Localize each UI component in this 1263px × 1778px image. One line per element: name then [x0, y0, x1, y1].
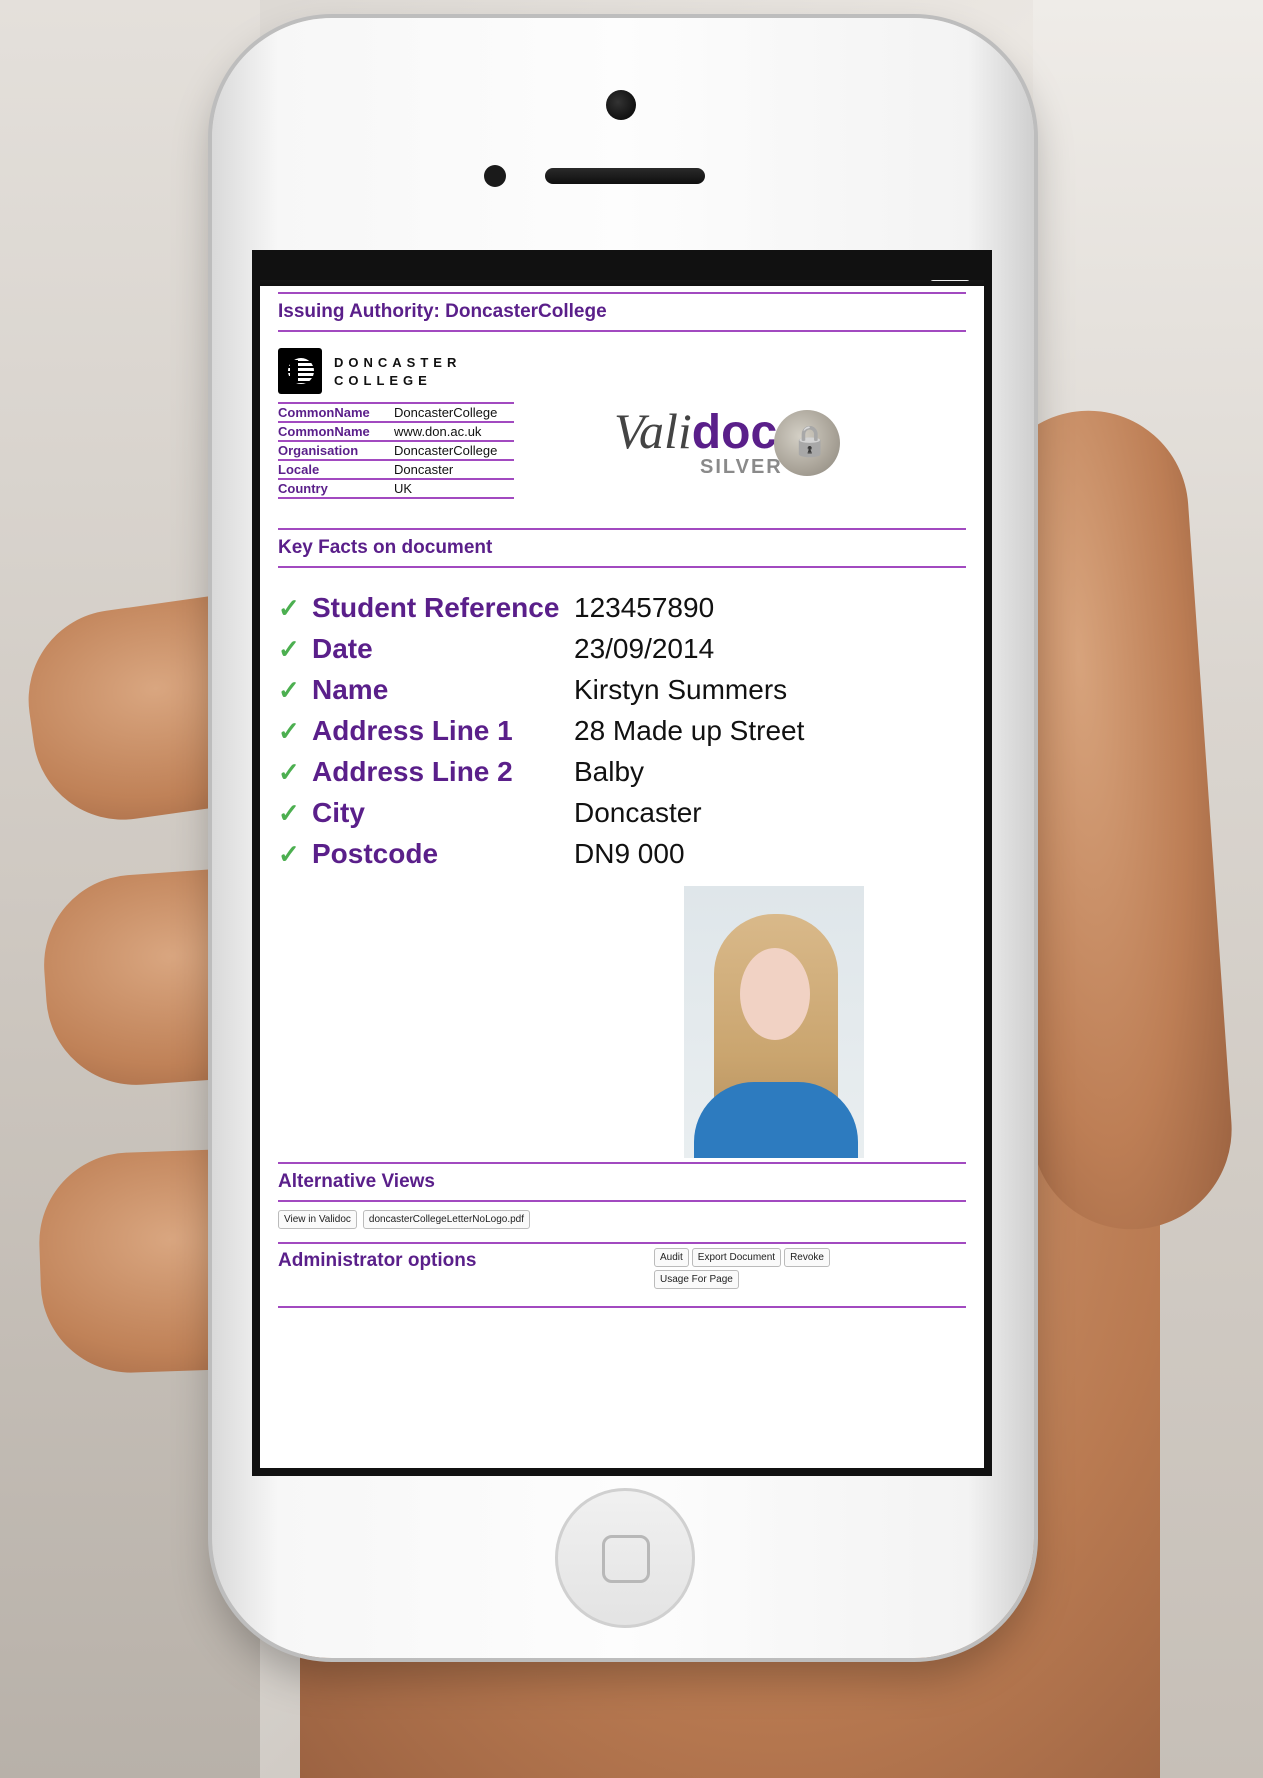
front-camera-icon — [606, 90, 636, 120]
pdf-download-button[interactable]: doncasterCollegeLetterNoLogo.pdf — [362, 1210, 530, 1229]
photo-face — [740, 948, 810, 1040]
wax-seal-lock-icon — [774, 410, 840, 476]
list-item: ✓ Postcode DN9 000 — [278, 838, 966, 879]
validoc-word-bold: doc — [691, 406, 778, 459]
table-row: Organisation DoncasterCollege — [278, 441, 514, 461]
document-view: Issuing Authority: DoncasterCollege DONC… — [278, 292, 966, 1308]
fact-label: Student Reference — [312, 592, 560, 623]
list-item: ✓ Address Line 2 Balby — [278, 756, 966, 797]
issuing-authority-heading: Issuing Authority: DoncasterCollege — [278, 292, 966, 332]
signal-strength-icon — [272, 262, 298, 276]
phone-screen: 12:09 PM 88% Issuing Authority: Doncaste… — [252, 250, 992, 1476]
validoc-wordmark: Validoc — [614, 402, 777, 460]
fact-label: Address Line 1 — [312, 715, 513, 746]
check-icon: ✓ — [278, 839, 300, 869]
table-row: Country UK — [278, 479, 514, 499]
fact-label: City — [312, 797, 365, 828]
proximity-sensor-icon — [484, 165, 506, 187]
view-in-validoc-button[interactable]: View in Validoc — [278, 1210, 357, 1229]
administrator-options-section: Administrator options Audit Export Docum… — [278, 1242, 966, 1308]
logo-line-1: DONCASTER — [334, 355, 462, 370]
check-icon: ✓ — [278, 716, 300, 746]
key-facts-section: Key Facts on document ✓ Student Reference… — [278, 528, 966, 879]
validoc-word-light: Vali — [614, 403, 692, 459]
college-logo: DONCASTER COLLEGE — [278, 332, 966, 410]
cert-value: www.don.ac.uk — [394, 422, 514, 442]
table-row: Locale Doncaster — [278, 460, 514, 480]
list-item: ✓ Date 23/09/2014 — [278, 633, 966, 674]
student-photo — [684, 886, 864, 1158]
photo-shirt — [694, 1082, 858, 1158]
fact-label: Name — [312, 674, 389, 705]
battery-percent: 88% — [869, 254, 922, 284]
check-icon: ✓ — [278, 798, 300, 828]
fact-value: 28 Made up Street — [574, 715, 805, 746]
check-icon: ✓ — [278, 757, 300, 787]
table-row: CommonName www.don.ac.uk — [278, 422, 514, 442]
check-icon: ✓ — [278, 593, 300, 623]
list-item: ✓ City Doncaster — [278, 797, 966, 838]
fact-value: 23/09/2014 — [574, 633, 715, 664]
cert-value: DoncasterCollege — [394, 441, 514, 461]
list-item: ✓ Address Line 1 28 Made up Street — [278, 715, 966, 756]
fact-label: Address Line 2 — [312, 756, 513, 787]
cert-key: CommonName — [278, 402, 394, 423]
certificate-table: CommonName DoncasterCollege CommonName www… — [278, 402, 514, 499]
phone-body: 12:09 PM 88% Issuing Authority: Doncaste… — [212, 18, 1034, 1658]
table-row: CommonName DoncasterCollege — [278, 402, 514, 423]
revoke-button[interactable]: Revoke — [784, 1248, 830, 1267]
earpiece-speaker-icon — [545, 168, 705, 184]
check-icon: ✓ — [278, 634, 300, 664]
home-square-icon — [602, 1535, 650, 1583]
college-logo-icon — [278, 348, 322, 394]
export-document-button[interactable]: Export Document — [691, 1248, 782, 1267]
home-button[interactable] — [555, 1488, 695, 1628]
logo-line-2: COLLEGE — [334, 373, 432, 388]
audit-button[interactable]: Audit — [654, 1248, 689, 1267]
cert-key: Locale — [278, 460, 394, 480]
fact-value: Kirstyn Summers — [574, 674, 788, 705]
college-logo-text: DONCASTER COLLEGE — [334, 354, 461, 390]
alternative-views-buttons: View in Validoc doncasterCollegeLetterNo… — [278, 1210, 966, 1229]
usage-for-page-button[interactable]: Usage For Page — [654, 1270, 739, 1289]
fact-value: 123457890 — [574, 592, 715, 623]
list-item: ✓ Student Reference 123457890 — [278, 592, 966, 633]
fact-value: Balby — [574, 756, 645, 787]
fact-label: Postcode — [312, 838, 439, 869]
status-bar: 12:09 PM 88% — [260, 254, 984, 286]
validoc-tier: SILVER — [700, 456, 783, 478]
key-facts-heading: Key Facts on document — [278, 528, 966, 568]
key-facts-list: ✓ Student Reference 123457890 ✓ Date 23/09/2… — [278, 592, 966, 879]
cert-value: Doncaster — [394, 460, 514, 480]
cert-key: Country — [278, 479, 394, 499]
alternative-views-heading: Alternative Views — [278, 1162, 966, 1202]
alternative-views-section: Alternative Views View in Validoc doncas… — [278, 1162, 966, 1229]
battery-icon — [930, 280, 970, 281]
cert-key: CommonName — [278, 422, 394, 442]
administrator-options-heading: Administrator options — [278, 1250, 477, 1271]
fact-value: DN9 000 — [574, 838, 685, 869]
cert-key: Organisation — [278, 441, 394, 461]
fact-value: Doncaster — [574, 797, 702, 828]
check-icon: ✓ — [278, 675, 300, 705]
admin-buttons: Audit Export Document Revoke Usage For P… — [654, 1248, 844, 1289]
cert-value: UK — [394, 479, 514, 499]
list-item: ✓ Name Kirstyn Summers — [278, 674, 966, 715]
fact-label: Date — [312, 633, 373, 664]
cert-value: DoncasterCollege — [394, 402, 514, 423]
